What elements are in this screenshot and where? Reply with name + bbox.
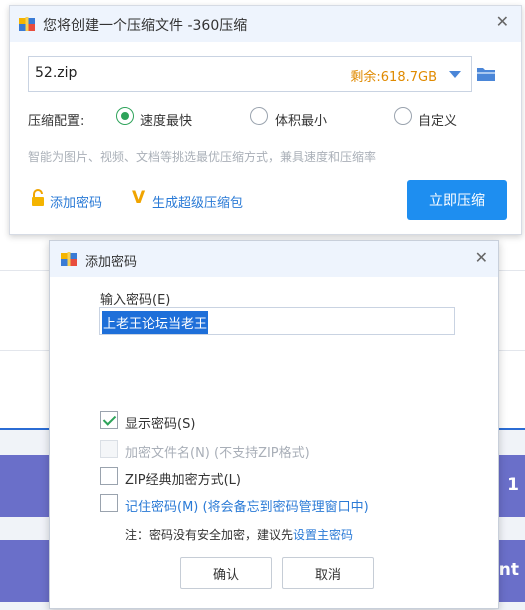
remember-password-checkbox[interactable] [100,494,118,512]
archive-app-icon [19,17,35,31]
super-package-icon: V [132,188,146,208]
lock-icon [32,189,44,206]
note-text: 注：密码没有安全加密，建议先 [125,528,294,542]
radio-smallest[interactable] [250,107,268,125]
chevron-down-icon[interactable] [449,71,461,78]
encrypt-filename-checkbox [100,440,118,458]
free-space-label: 剩余:618.7GB [350,70,437,85]
archive-app-icon [61,252,77,266]
radio-custom[interactable] [394,107,412,125]
compress-hint: 智能为图片、视频、文档等挑选最优压缩方式，兼具速度和压缩率 [28,150,377,164]
folder-icon[interactable] [476,65,496,83]
password-input-label: 输入密码(E) [100,293,171,308]
show-password-label[interactable]: 显示密码(S) [125,413,195,432]
password-input[interactable]: 上老王论坛当老王 [99,307,455,335]
output-path-value[interactable]: 52.zip [35,65,77,81]
output-path-input[interactable]: 52.zip 剩余:618.7GB [28,56,472,92]
dialog-title: 您将创建一个压缩文件 -360压缩 [43,18,248,34]
title-bar: 您将创建一个压缩文件 -360压缩 ✕ [10,6,521,42]
compress-now-button[interactable]: 立即压缩 [407,180,507,220]
radio-fastest[interactable] [116,107,134,125]
set-master-password-link[interactable]: 设置主密码 [293,528,353,542]
encrypt-filename-label: 加密文件名(N) (不支持ZIP格式) [125,446,310,461]
add-password-dialog: 添加密码 ✕ 输入密码(E) 上老王论坛当老王 显示密码(S) 加密文件名(N)… [49,240,499,609]
confirm-button[interactable]: 确认 [180,557,272,589]
remember-password-label[interactable]: 记住密码(M) (将会备忘到密码管理窗口中) [125,496,369,515]
password-value[interactable]: 上老王论坛当老王 [102,311,209,334]
radio-fastest-label[interactable]: 速度最快 [140,110,192,129]
close-icon[interactable]: ✕ [475,248,488,267]
compress-dialog: 您将创建一个压缩文件 -360压缩 ✕ 52.zip 剩余:618.7GB 压缩… [9,5,522,235]
zip-classic-label[interactable]: ZIP经典加密方式(L) [125,469,241,488]
compress-config-label: 压缩配置: [28,114,85,129]
radio-custom-label[interactable]: 自定义 [418,110,457,129]
title-bar: 添加密码 ✕ [50,241,498,277]
show-password-checkbox[interactable] [100,411,118,429]
radio-smallest-label[interactable]: 体积最小 [275,110,327,129]
dialog-title: 添加密码 [85,255,138,270]
super-package-link[interactable]: 生成超级压缩包 [152,192,243,211]
security-note: 注：密码没有安全加密，建议先设置主密码 [125,526,353,543]
add-password-link[interactable]: 添加密码 [50,192,102,211]
zip-classic-checkbox[interactable] [100,467,118,485]
background-banner-text: 1 [507,475,519,495]
cancel-button[interactable]: 取消 [282,557,374,589]
close-icon[interactable]: ✕ [496,12,509,31]
